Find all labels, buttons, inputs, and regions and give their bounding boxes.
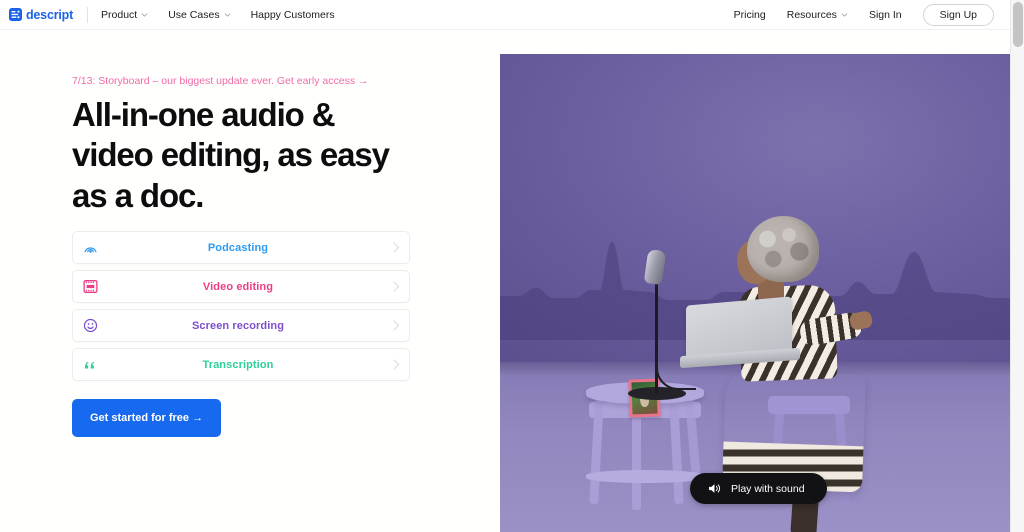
- descript-logo-mark: [9, 8, 22, 21]
- sign-up-button[interactable]: Sign Up: [922, 3, 994, 26]
- hero-video-player[interactable]: Play with sound: [500, 54, 1010, 532]
- side-table-leg: [632, 402, 641, 510]
- nav-item-pricing[interactable]: Pricing: [734, 9, 766, 21]
- nav-item-pricing-label: Pricing: [733, 8, 766, 21]
- nav-item-resources-label: Resources: [786, 8, 837, 21]
- page-scrollbar[interactable]: [1010, 0, 1024, 532]
- use-case-card-podcasting[interactable]: Podcasting: [72, 231, 410, 264]
- nav-item-product-label: Product: [101, 8, 138, 21]
- use-case-card-video-editing-label: Video editing: [202, 280, 274, 293]
- announcement-banner-link[interactable]: 7/13: Storyboard – our biggest update ev…: [72, 75, 369, 87]
- descript-logo[interactable]: descript: [9, 8, 73, 22]
- nav-divider: [87, 6, 89, 23]
- nav-item-product[interactable]: Product: [101, 9, 148, 21]
- use-case-card-transcription[interactable]: Transcription: [72, 348, 410, 381]
- chevron-down-icon: [141, 12, 148, 17]
- chevron-down-icon: [224, 12, 231, 17]
- page-title: All-in-one audio & video editing, as eas…: [72, 96, 390, 214]
- nav-item-sign-in-label: Sign In: [868, 8, 902, 21]
- get-started-button[interactable]: Get started for free →: [72, 399, 222, 437]
- person-hair: [747, 216, 819, 282]
- play-with-sound-button[interactable]: Play with sound: [690, 473, 827, 504]
- speaker-icon: [708, 482, 722, 495]
- nav-item-resources[interactable]: Resources: [787, 9, 848, 21]
- use-case-card-podcasting-label: Podcasting: [207, 241, 269, 254]
- use-case-card-video-editing[interactable]: Video editing: [72, 270, 410, 303]
- top-navigation-bar: descript Product Use Cases Happy Custome…: [0, 0, 1010, 30]
- chevron-right-icon: [383, 242, 409, 253]
- nav-item-happy-customers-label: Happy Customers: [250, 8, 335, 21]
- chevron-right-icon: [383, 359, 409, 370]
- play-with-sound-label: Play with sound: [731, 482, 805, 495]
- chevron-down-icon: [841, 12, 848, 17]
- nav-item-sign-in[interactable]: Sign In: [869, 9, 902, 21]
- chevron-right-icon: [383, 281, 409, 292]
- use-case-card-list: Podcasting Video editing Screen recordin…: [72, 231, 410, 381]
- side-table-leg: [669, 403, 684, 505]
- nav-left-group: descript Product Use Cases Happy Custome…: [0, 6, 335, 23]
- use-case-card-transcription-label: Transcription: [202, 358, 274, 371]
- side-table-shelf: [586, 470, 704, 483]
- nav-right-group: Pricing Resources Sign In Sign Up: [734, 3, 1010, 26]
- nav-item-use-cases-label: Use Cases: [168, 8, 220, 21]
- primary-nav-links: Product Use Cases Happy Customers: [101, 9, 335, 21]
- chevron-right-icon: [383, 320, 409, 331]
- scrollbar-thumb[interactable]: [1013, 2, 1023, 47]
- descript-logo-text: descript: [26, 7, 74, 22]
- use-case-card-screen-recording-label: Screen recording: [191, 319, 285, 332]
- use-case-card-screen-recording[interactable]: Screen recording: [72, 309, 410, 342]
- nav-item-use-cases[interactable]: Use Cases: [168, 9, 230, 21]
- nav-item-happy-customers[interactable]: Happy Customers: [251, 9, 335, 21]
